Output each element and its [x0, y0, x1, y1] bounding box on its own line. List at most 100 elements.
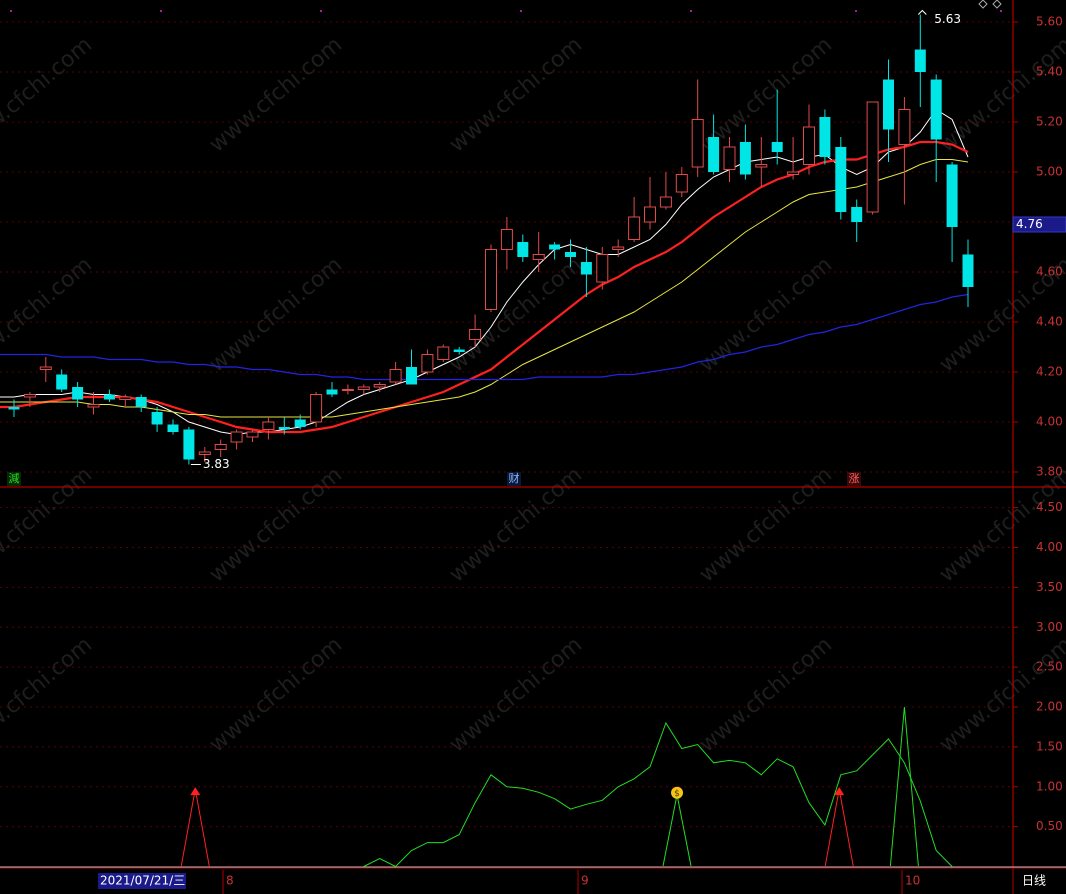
high-arrow-icon — [917, 9, 927, 15]
candle-body-up[interactable] — [628, 216, 641, 240]
candle-body-down[interactable] — [183, 429, 195, 460]
top-marker-dot — [1000, 10, 1002, 12]
candle-body-down[interactable] — [851, 207, 863, 222]
candle-body-up[interactable] — [310, 394, 323, 423]
candle-body-up[interactable] — [787, 171, 800, 175]
y-tick-label: 4.00 — [1036, 540, 1063, 554]
candle-body-down[interactable] — [549, 244, 561, 250]
candle-body-up[interactable] — [230, 431, 243, 443]
y-tick-label: 1.00 — [1036, 779, 1063, 793]
candle-body-down[interactable] — [406, 367, 417, 385]
y-tick-label: 2.50 — [1036, 660, 1063, 674]
ma-line-red — [0, 140, 969, 434]
watermark-text: www.cfchi.com — [205, 632, 347, 757]
candle-body-up[interactable] — [596, 254, 609, 283]
candle-body-down[interactable] — [819, 117, 831, 157]
candle-body-down[interactable] — [72, 387, 84, 400]
candle-body-down[interactable] — [8, 407, 20, 410]
news-marker-mid: 财 — [509, 471, 520, 485]
candle-body-down[interactable] — [565, 252, 576, 257]
candle-body-up[interactable] — [755, 164, 768, 168]
candle-body-down[interactable] — [883, 79, 894, 130]
candle-body-down[interactable] — [453, 349, 465, 353]
candle-body-up[interactable] — [485, 249, 497, 310]
candle-body-up[interactable] — [23, 394, 36, 398]
candle-body-down[interactable] — [294, 419, 306, 428]
money-bag-symbol: $ — [674, 789, 680, 799]
chart-canvas[interactable]: www.cfchi.com www.cfchi.com www.cfchi.com w… — [0, 0, 1066, 894]
y-tick-label: 3.80 — [1036, 465, 1063, 479]
candle-body-up[interactable] — [866, 101, 879, 213]
candle-body-down[interactable] — [946, 164, 958, 228]
up-arrow-icon — [190, 787, 201, 796]
y-tick-label: 4.00 — [1036, 415, 1063, 429]
candle-body-up[interactable] — [421, 354, 434, 373]
diamond-icon[interactable] — [978, 0, 988, 9]
candle-body-up[interactable] — [612, 246, 625, 250]
y-tick-label: 1.50 — [1036, 739, 1063, 753]
y-tick-label: 5.00 — [1036, 165, 1063, 179]
watermark-text: www.cfchi.com — [445, 252, 587, 377]
candle-body-up[interactable] — [659, 196, 672, 208]
candle-body-down[interactable] — [914, 49, 926, 73]
candle-body-up[interactable] — [389, 369, 402, 383]
candle-body-up[interactable] — [87, 404, 100, 408]
signal-peak — [180, 789, 210, 867]
candle-body-up[interactable] — [119, 396, 132, 400]
diamond-icon[interactable] — [992, 0, 1002, 9]
candle-body-down[interactable] — [151, 412, 163, 425]
candle-body-up[interactable] — [357, 386, 370, 390]
candle-body-down[interactable] — [278, 427, 290, 430]
candle-body-up[interactable] — [341, 389, 354, 391]
candle-body-up[interactable] — [644, 206, 656, 223]
candle-body-up[interactable] — [246, 431, 259, 438]
y-tick-label: 3.50 — [1036, 580, 1063, 594]
current-price-value: 4.76 — [1016, 217, 1043, 231]
cursor-date-label: 2021/07/21/三 — [100, 874, 185, 888]
y-tick-label: 2.00 — [1036, 700, 1063, 714]
candle-body-up[interactable] — [723, 146, 736, 170]
candle-body-up[interactable] — [214, 444, 227, 450]
candle-body-down[interactable] — [167, 424, 179, 433]
candle-body-up[interactable] — [469, 329, 482, 340]
y-tick-label: 5.60 — [1036, 15, 1063, 29]
top-marker-dot — [160, 10, 162, 12]
candle-body-down[interactable] — [930, 79, 942, 140]
candle-body-down[interactable] — [580, 262, 592, 275]
candle-body-up[interactable] — [532, 254, 545, 260]
news-marker-left: 減 — [9, 471, 20, 485]
watermark-text: www.cfchi.com — [445, 32, 587, 157]
top-marker-dot — [690, 10, 692, 12]
candle-body-up[interactable] — [898, 109, 911, 145]
watermark-text: www.cfchi.com — [935, 32, 1066, 157]
watermark-text: www.cfchi.com — [205, 32, 347, 157]
candle-body-down[interactable] — [103, 394, 115, 400]
top-marker-dot — [855, 10, 857, 12]
candle-body-up[interactable] — [500, 229, 513, 250]
candle-body-up[interactable] — [803, 126, 815, 165]
candle-body-up[interactable] — [39, 366, 52, 370]
watermark-text: www.cfchi.com — [205, 252, 347, 377]
y-tick-label: 3.00 — [1036, 620, 1063, 634]
candle-body-up[interactable] — [198, 451, 211, 455]
top-marker-dot — [320, 10, 322, 12]
y-tick-label: 5.20 — [1036, 115, 1063, 129]
watermark-text: www.cfchi.com — [0, 252, 97, 377]
candle-body-up[interactable] — [675, 174, 688, 193]
candle-body-up[interactable] — [437, 346, 450, 360]
candle-body-down[interactable] — [771, 142, 783, 152]
low-price-label: 3.83 — [203, 457, 230, 471]
candle-body-down[interactable] — [739, 142, 751, 175]
news-marker-right: 涨 — [849, 472, 860, 485]
candle-body-down[interactable] — [708, 137, 720, 172]
candle-body-down[interactable] — [517, 242, 529, 257]
candle-body-up[interactable] — [262, 421, 275, 430]
candle-body-up[interactable] — [691, 119, 704, 168]
candle-body-down[interactable] — [326, 389, 338, 395]
candle-body-up[interactable] — [373, 384, 386, 388]
candle-body-down[interactable] — [962, 254, 974, 288]
candle-body-down[interactable] — [135, 397, 147, 407]
watermark-text: www.cfchi.com — [445, 632, 587, 757]
candle-body-down[interactable] — [56, 374, 68, 390]
candle-body-down[interactable] — [835, 147, 847, 212]
